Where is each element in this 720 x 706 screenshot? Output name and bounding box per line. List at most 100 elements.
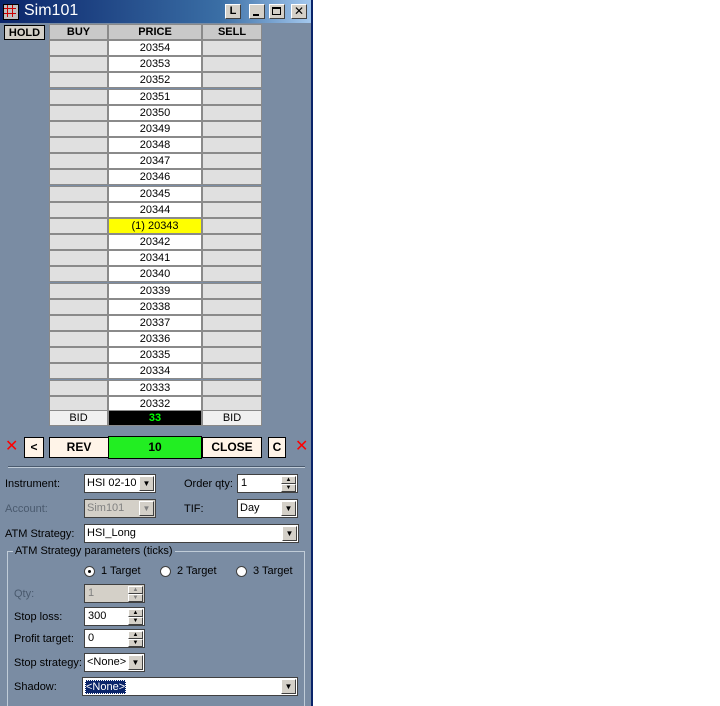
sell-cell[interactable]	[202, 379, 262, 396]
rev-button[interactable]: REV	[49, 437, 109, 458]
stop-strategy-select[interactable]: <None> ▼	[84, 653, 145, 672]
sell-cell[interactable]	[202, 234, 262, 251]
sell-cell[interactable]	[202, 217, 262, 234]
sell-cell[interactable]	[202, 347, 262, 364]
buy-cell[interactable]	[49, 169, 108, 186]
buy-cell[interactable]	[49, 266, 108, 283]
atm-strategy-select[interactable]: HSI_Long ▼	[84, 524, 299, 543]
buy-cell[interactable]	[49, 40, 108, 56]
chevron-down-icon[interactable]: ▼	[128, 655, 143, 670]
sell-footer[interactable]: BID	[202, 410, 262, 426]
app-icon[interactable]	[3, 4, 19, 20]
last-qty-display: 33	[108, 410, 202, 426]
price-cell: 20351	[108, 88, 202, 105]
link-button[interactable]: L	[225, 4, 241, 19]
buy-cell[interactable]	[49, 104, 108, 121]
quantity-display[interactable]: 10	[108, 436, 202, 459]
buy-cell[interactable]	[49, 298, 108, 315]
spin-up-icon[interactable]: ▲	[128, 609, 143, 617]
order-qty-stepper[interactable]: 1 ▲ ▼	[237, 474, 298, 493]
profit-target-stepper[interactable]: 0 ▲ ▼	[84, 629, 145, 648]
price-cell: 20353	[108, 56, 202, 73]
sell-cell[interactable]	[202, 314, 262, 331]
buy-cell[interactable]	[49, 88, 108, 105]
ladder-footer: BID 33 BID	[49, 410, 262, 426]
spin-up-icon[interactable]: ▲	[128, 631, 143, 639]
buy-header: BUY	[49, 24, 108, 40]
buy-cell[interactable]	[49, 331, 108, 348]
buy-cell[interactable]	[49, 56, 108, 73]
minimize-button[interactable]	[249, 4, 265, 19]
sell-cell[interactable]	[202, 40, 262, 56]
price-cell: 20338	[108, 298, 202, 315]
spin-up-icon[interactable]: ▲	[281, 476, 296, 484]
instrument-select[interactable]: HSI 02-10 ▼	[84, 474, 156, 493]
buy-cell[interactable]	[49, 314, 108, 331]
sell-cell[interactable]	[202, 201, 262, 218]
ladder-row: 20353	[49, 56, 262, 73]
qty-label: Qty:	[14, 588, 35, 600]
buy-cell[interactable]	[49, 234, 108, 251]
sell-cell[interactable]	[202, 104, 262, 121]
chevron-down-icon[interactable]: ▼	[281, 501, 296, 516]
spin-up-icon: ▲	[128, 586, 143, 594]
sell-cell[interactable]	[202, 282, 262, 299]
cancel-buy-icon[interactable]: ✕	[5, 439, 18, 455]
title-bar[interactable]: Sim101 L ✕	[0, 0, 311, 23]
close-position-button[interactable]: CLOSE	[202, 437, 262, 458]
sell-header: SELL	[202, 24, 262, 40]
buy-footer[interactable]: BID	[49, 410, 108, 426]
price-cell: 20354	[108, 40, 202, 56]
radio-label: 2 Target	[177, 565, 217, 577]
price-cell: 20340	[108, 266, 202, 283]
buy-cell[interactable]	[49, 185, 108, 202]
sell-cell[interactable]	[202, 185, 262, 202]
buy-cell[interactable]	[49, 282, 108, 299]
sell-cell[interactable]	[202, 137, 262, 154]
c-button[interactable]: C	[268, 437, 286, 458]
account-value: Sim101	[87, 502, 125, 514]
left-arrow-button[interactable]: <	[24, 437, 44, 458]
buy-cell[interactable]	[49, 201, 108, 218]
radio-icon	[84, 566, 95, 577]
buy-cell[interactable]	[49, 137, 108, 154]
cancel-sell-icon[interactable]: ✕	[295, 439, 308, 455]
sell-cell[interactable]	[202, 298, 262, 315]
stop-loss-stepper[interactable]: 300 ▲ ▼	[84, 607, 145, 626]
price-cell: (1) 20343	[108, 217, 202, 234]
chevron-down-icon[interactable]: ▼	[281, 679, 296, 694]
hold-button[interactable]: HOLD	[4, 25, 45, 40]
buy-cell[interactable]	[49, 379, 108, 396]
sell-cell[interactable]	[202, 169, 262, 186]
buy-cell[interactable]	[49, 363, 108, 380]
close-window-button[interactable]: ✕	[291, 4, 307, 19]
spin-down-icon[interactable]: ▼	[281, 484, 296, 492]
buy-cell[interactable]	[49, 72, 108, 89]
buy-cell[interactable]	[49, 120, 108, 137]
sell-cell[interactable]	[202, 250, 262, 267]
chevron-down-icon[interactable]: ▼	[139, 476, 154, 491]
buy-cell[interactable]	[49, 250, 108, 267]
maximize-button[interactable]	[269, 4, 285, 19]
ladder-row: 20344	[49, 201, 262, 218]
buy-cell[interactable]	[49, 347, 108, 364]
spin-down-icon[interactable]: ▼	[128, 639, 143, 647]
instrument-value: HSI 02-10	[87, 477, 137, 489]
buy-cell[interactable]	[49, 217, 108, 234]
spin-down-icon[interactable]: ▼	[128, 617, 143, 625]
sell-cell[interactable]	[202, 72, 262, 89]
sell-cell[interactable]	[202, 120, 262, 137]
tif-select[interactable]: Day ▼	[237, 499, 298, 518]
price-cell: 20344	[108, 201, 202, 218]
shadow-select[interactable]: <None> ▼	[82, 677, 298, 696]
sell-cell[interactable]	[202, 88, 262, 105]
sell-cell[interactable]	[202, 266, 262, 283]
chevron-down-icon[interactable]: ▼	[282, 526, 297, 541]
sell-cell[interactable]	[202, 331, 262, 348]
sell-cell[interactable]	[202, 56, 262, 73]
price-cell: 20349	[108, 120, 202, 137]
price-cell: 20334	[108, 363, 202, 380]
buy-cell[interactable]	[49, 153, 108, 170]
sell-cell[interactable]	[202, 153, 262, 170]
sell-cell[interactable]	[202, 363, 262, 380]
